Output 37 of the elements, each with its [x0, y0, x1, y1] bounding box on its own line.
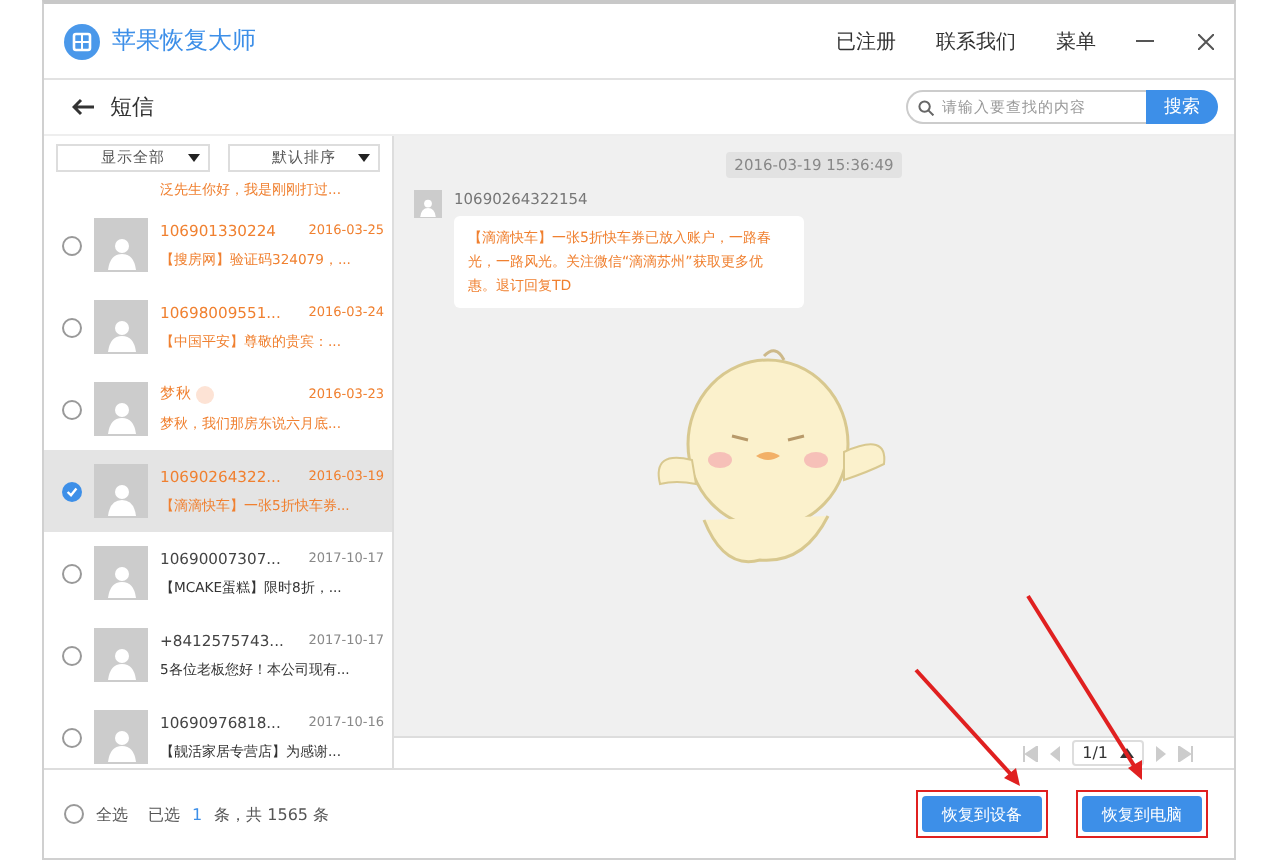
person-icon [107, 400, 135, 436]
menu-link[interactable]: 联系我们 [936, 27, 1016, 55]
selected-count: 1 [192, 805, 203, 823]
person-icon [107, 318, 135, 354]
close-icon[interactable] [1198, 33, 1214, 49]
select-radio[interactable] [62, 399, 82, 419]
person-icon [107, 728, 135, 764]
back-arrow-icon[interactable] [72, 98, 94, 116]
app-logo-icon [64, 23, 100, 59]
avatar-placeholder [414, 190, 442, 218]
first-page-icon[interactable] [1022, 745, 1039, 761]
selected-label: 已选 [148, 803, 180, 825]
app-title: 苹果恢复大师 [112, 24, 256, 58]
page-title: 短信 [110, 92, 154, 122]
person-icon [107, 564, 135, 600]
next-page-icon[interactable] [1156, 745, 1166, 761]
select-radio[interactable] [62, 481, 82, 501]
person-icon [107, 482, 135, 518]
person-icon [107, 646, 135, 682]
search-icon [918, 100, 934, 116]
select-radio[interactable] [62, 563, 82, 583]
annotation-box [916, 790, 1048, 838]
select-radio[interactable] [62, 235, 82, 255]
select-radio[interactable] [62, 317, 82, 337]
menu-link[interactable]: 菜单 [1056, 27, 1096, 55]
menu-link[interactable]: 已注册 [836, 27, 896, 55]
person-icon [107, 236, 135, 272]
select-all-label: 全选 [96, 803, 128, 825]
minimize-icon[interactable] [1136, 39, 1154, 43]
select-radio[interactable] [62, 727, 82, 747]
select-radio[interactable] [62, 645, 82, 665]
caret-icon [1120, 748, 1134, 758]
total-count-text: 条，共 1565 条 [214, 803, 330, 825]
select-all-radio[interactable] [64, 804, 84, 824]
previous-page-icon[interactable] [1050, 745, 1061, 761]
last-page-icon[interactable] [1178, 745, 1194, 761]
annotation-box [1076, 790, 1208, 838]
